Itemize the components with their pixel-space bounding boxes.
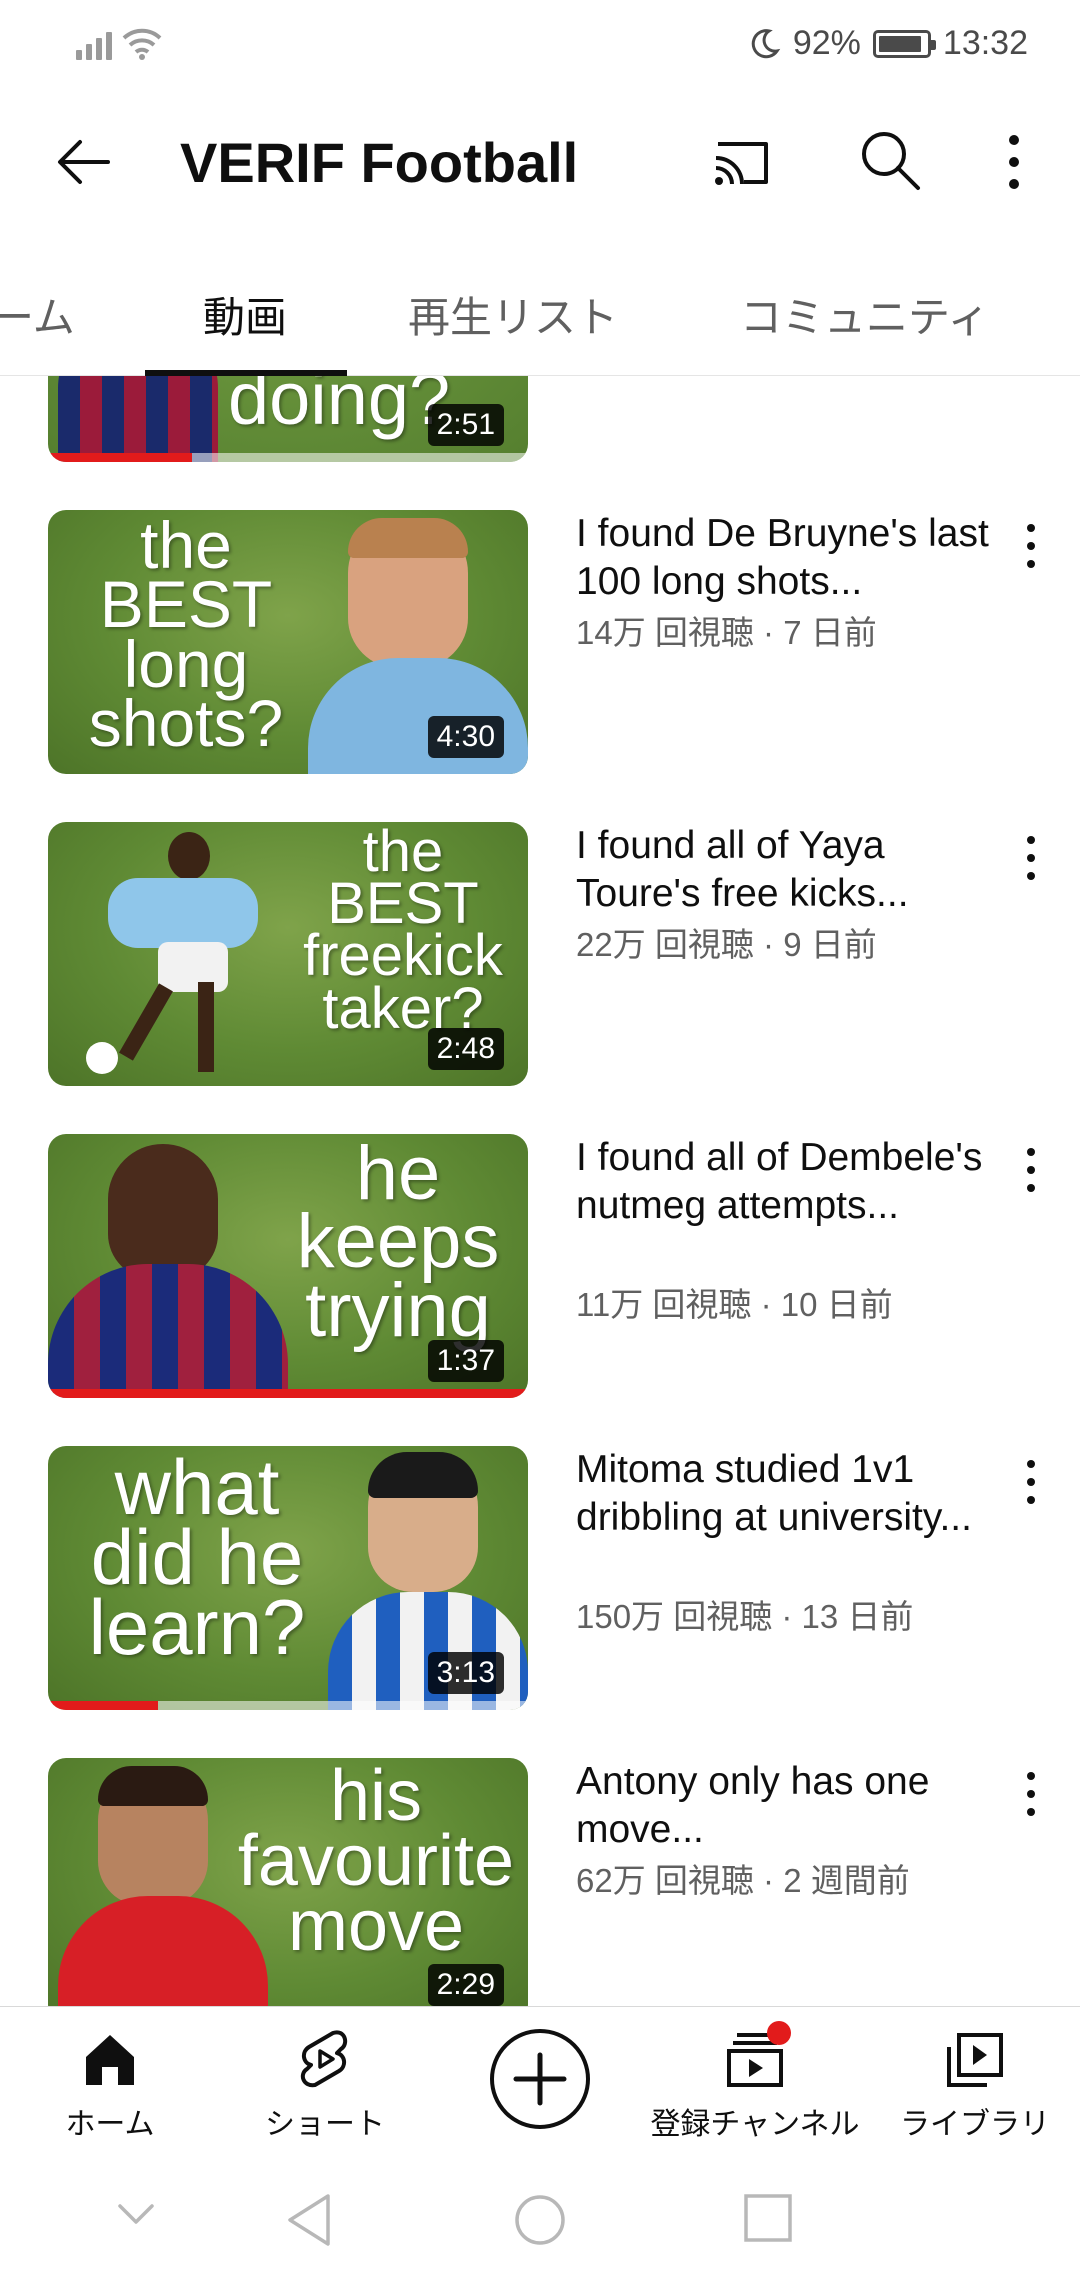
video-title[interactable]: I found all of Yaya Toure's free kicks..… (576, 822, 996, 918)
signal-icon (76, 26, 112, 60)
back-arrow-icon[interactable] (52, 130, 116, 194)
nav-home-label: ホーム (65, 2108, 155, 2141)
video-feed: doing? 2:51 the BEST long shots? 4:30 I … (0, 376, 1080, 2006)
watch-progress (48, 1701, 159, 1710)
video-thumbnail[interactable]: doing? 2:51 (48, 376, 528, 462)
video-duration: 2:29 (427, 1964, 504, 2006)
tab-home[interactable]: ーム (0, 284, 75, 345)
collapse-icon[interactable] (114, 2192, 158, 2236)
more-vert-icon[interactable] (1016, 1142, 1046, 1198)
nav-library[interactable]: ライブラリ (895, 2007, 1055, 2163)
video-title[interactable]: I found all of Dembele's nutmeg attempts… (576, 1134, 996, 1230)
tab-playlists[interactable]: 再生リスト (408, 284, 618, 345)
video-duration: 3:13 (427, 1652, 504, 1694)
player-image (48, 1144, 288, 1398)
video-duration: 2:51 (427, 404, 504, 446)
thumbnail-caption: his favourite move (237, 1758, 515, 1966)
library-icon (947, 2033, 1003, 2087)
tab-videos[interactable]: 動画 (203, 284, 287, 345)
recents-square-icon[interactable] (742, 2192, 794, 2244)
video-thumbnail[interactable]: the BEST freekick taker? 2:48 (48, 822, 528, 1086)
wifi-icon (122, 28, 162, 60)
moon-icon (751, 28, 781, 58)
create-plus-icon (513, 2052, 567, 2106)
video-item[interactable]: what did he learn? 3:13 Mitoma studied 1… (0, 1446, 1080, 1710)
tab-community[interactable]: コミュニティ (740, 284, 989, 345)
video-thumbnail[interactable]: what did he learn? 3:13 (48, 1446, 528, 1710)
app-header: VERIF Football (0, 100, 1080, 230)
channel-tabs: ーム 動画 再生リスト コミュニティ (0, 256, 1080, 376)
ball-image (86, 1042, 118, 1074)
thumbnail-caption: the BEST freekick taker? (303, 822, 503, 1041)
video-item[interactable]: the BEST freekick taker? 2:48 I found al… (0, 822, 1080, 1086)
status-right: 92% 13:32 (747, 24, 1028, 63)
more-vert-icon[interactable] (996, 128, 1032, 196)
video-meta: 150万 回視聴 · 13 日前 (576, 1598, 914, 1635)
video-meta: 22万 回視聴 · 9 日前 (576, 926, 877, 963)
watch-progress (48, 453, 192, 462)
search-icon[interactable] (856, 126, 924, 194)
bottom-navigation: ホーム ショート 登録チャンネル ライブラリ (0, 2006, 1080, 2162)
nav-home[interactable]: ホーム (40, 2007, 180, 2163)
video-duration: 2:48 (427, 1028, 504, 1070)
thumbnail-caption: what did he learn? (88, 1446, 306, 1672)
back-triangle-icon[interactable] (284, 2192, 334, 2248)
thumbnail-caption: he keeps trying (296, 1134, 500, 1353)
video-item[interactable]: the BEST long shots? 4:30 I found De Bru… (0, 510, 1080, 774)
cast-icon[interactable] (708, 128, 776, 196)
video-meta: 62万 回視聴 · 2 週間前 (576, 1862, 910, 1899)
nav-subscriptions[interactable]: 登録チャンネル (645, 2007, 865, 2163)
thumbnail-caption: the BEST long shots? (88, 510, 284, 761)
video-duration: 4:30 (427, 716, 504, 758)
player-image (58, 376, 218, 462)
status-left (76, 26, 162, 60)
video-thumbnail[interactable]: his favourite move 2:29 (48, 1758, 528, 2006)
more-vert-icon[interactable] (1016, 1454, 1046, 1510)
nav-library-label: ライブラリ (900, 2108, 1050, 2141)
nav-subscriptions-label: 登録チャンネル (650, 2108, 860, 2141)
watch-progress (48, 1389, 528, 1398)
video-title[interactable]: Mitoma studied 1v1 dribbling at universi… (576, 1446, 996, 1542)
create-button[interactable] (490, 2029, 590, 2129)
status-bar: 92% 13:32 (0, 0, 1080, 90)
more-vert-icon[interactable] (1016, 830, 1046, 886)
clock: 13:32 (942, 24, 1028, 62)
video-title[interactable]: Antony only has one move... (576, 1758, 996, 1854)
video-item[interactable]: he keeps trying 1:37 I found all of Demb… (0, 1134, 1080, 1398)
video-item[interactable]: doing? 2:51 (0, 376, 1080, 462)
battery-icon (872, 29, 936, 58)
home-icon (86, 2035, 134, 2085)
channel-title: VERIF Football (180, 131, 579, 194)
nav-shorts-label: ショート (265, 2108, 385, 2141)
video-duration: 1:37 (427, 1340, 504, 1382)
shorts-icon (300, 2030, 348, 2088)
more-vert-icon[interactable] (1016, 1766, 1046, 1822)
nav-shorts[interactable]: ショート (250, 2007, 400, 2163)
video-item[interactable]: his favourite move 2:29 Antony only has … (0, 1758, 1080, 2006)
notification-badge (767, 2021, 791, 2045)
system-navigation-bar (0, 2162, 1080, 2280)
thumbnail-caption: doing? (228, 376, 451, 440)
more-vert-icon[interactable] (1016, 518, 1046, 574)
home-circle-icon[interactable] (512, 2192, 568, 2248)
video-meta: 11万 回視聴 · 10 日前 (576, 1286, 893, 1323)
video-title[interactable]: I found De Bruyne's last 100 long shots.… (576, 510, 996, 606)
video-meta: 14万 回視聴 · 7 日前 (576, 614, 877, 651)
battery-percent: 92% (792, 24, 861, 62)
video-thumbnail[interactable]: the BEST long shots? 4:30 (48, 510, 528, 774)
video-thumbnail[interactable]: he keeps trying 1:37 (48, 1134, 528, 1398)
